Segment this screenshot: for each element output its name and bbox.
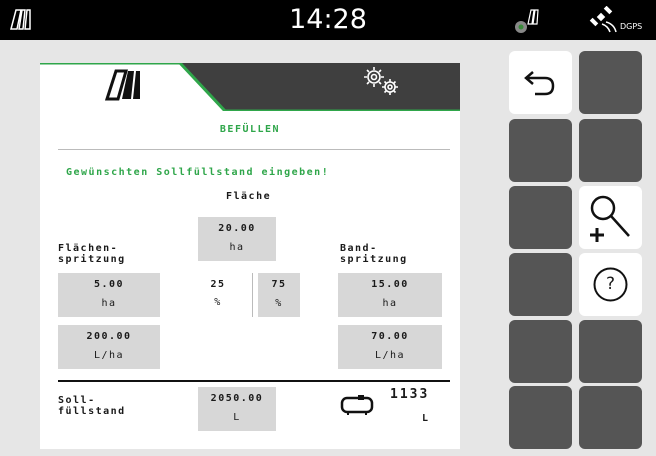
percent-right-value: 75	[271, 279, 287, 290]
flaechen-spritzung-label-line1: Flächen-	[58, 243, 119, 254]
band-spritzung-label: Band- spritzung	[340, 243, 408, 265]
percent-right-unit: %	[275, 298, 283, 309]
sollfuellstand-label-line2: füllstand	[58, 406, 126, 417]
page-title: BEFÜLLEN	[219, 124, 281, 135]
flaechen-spritzung-area-field[interactable]: 5.00 ha	[58, 273, 160, 317]
tank-level-value: 1133	[390, 387, 430, 402]
flaechen-spritzung-rate-unit: L/ha	[93, 350, 125, 361]
band-spritzung-label-line1: Band-	[340, 243, 378, 254]
softkey-3[interactable]	[509, 119, 572, 182]
sollfuellstand-value: 2050.00	[210, 393, 264, 404]
softkey-5[interactable]	[509, 186, 572, 249]
flaeche-field[interactable]: 20.00 ha	[198, 217, 276, 261]
status-bar: 14:28 DGPS	[0, 0, 656, 40]
band-spritzung-rate-unit: L/ha	[374, 350, 406, 361]
tank-level-unit: L	[422, 413, 430, 424]
band-spritzung-label-line2: spritzung	[340, 254, 408, 265]
band-spritzung-area-field[interactable]: 15.00 ha	[338, 273, 442, 317]
band-spritzung-area-unit: ha	[382, 298, 398, 309]
softkey-2[interactable]	[579, 51, 642, 114]
main-panel: BEFÜLLEN Gewünschten Sollfüllstand einge…	[40, 51, 460, 449]
flaeche-unit: ha	[229, 242, 245, 253]
percent-left-unit: %	[214, 297, 222, 308]
help-label: ?	[605, 274, 616, 294]
softkey-4[interactable]	[579, 119, 642, 182]
zoom-in-icon	[590, 195, 630, 242]
tab-bar	[40, 51, 460, 111]
softkey-10[interactable]	[579, 320, 642, 383]
flaechen-spritzung-rate-value: 200.00	[86, 331, 132, 342]
percent-right-field[interactable]: 75 %	[258, 273, 300, 317]
back-button[interactable]	[509, 51, 572, 114]
band-spritzung-rate-field[interactable]: 70.00 L/ha	[338, 325, 442, 369]
zoom-button[interactable]	[579, 186, 642, 249]
flaechen-spritzung-label-line2: spritzung	[58, 254, 126, 265]
flaechen-spritzung-area-value: 5.00	[93, 279, 125, 290]
gears-icon	[364, 67, 398, 95]
softkey-7[interactable]	[509, 253, 572, 316]
flaeche-label: Fläche	[226, 191, 272, 202]
back-arrow-icon	[524, 71, 555, 96]
instruction-text: Gewünschten Sollfüllstand eingeben!	[66, 167, 330, 178]
tank-icon	[340, 395, 374, 415]
sollfuellstand-field[interactable]: 2050.00 L	[198, 387, 276, 431]
section-divider	[58, 380, 450, 382]
satellite-icon	[589, 6, 617, 33]
flaechen-spritzung-area-unit: ha	[101, 298, 117, 309]
flaechen-spritzung-rate-field[interactable]: 200.00 L/ha	[58, 325, 160, 369]
dgps-label: DGPS	[620, 22, 643, 31]
tab-settings[interactable]	[240, 63, 460, 111]
divider	[58, 149, 450, 150]
percent-left-value: 25	[210, 279, 226, 290]
band-spritzung-rate-value: 70.00	[371, 331, 409, 342]
sollfuellstand-unit: L	[233, 412, 241, 423]
softkey-12[interactable]	[579, 386, 642, 449]
clock: 14:28	[289, 4, 367, 35]
field-icon	[104, 69, 140, 101]
flaechen-spritzung-label: Flächen- spritzung	[58, 243, 126, 265]
sollfuellstand-label-line1: Soll-	[58, 395, 96, 406]
help-button[interactable]: ?	[579, 253, 642, 316]
sollfuellstand-label: Soll- füllstand	[58, 395, 126, 417]
percent-separator	[252, 273, 253, 317]
softkey-11[interactable]	[509, 386, 572, 449]
flaeche-value: 20.00	[218, 223, 256, 234]
softkey-9[interactable]	[509, 320, 572, 383]
machine-status-icon	[515, 9, 539, 33]
band-spritzung-area-value: 15.00	[371, 279, 409, 290]
percent-left: 25 %	[198, 279, 238, 319]
